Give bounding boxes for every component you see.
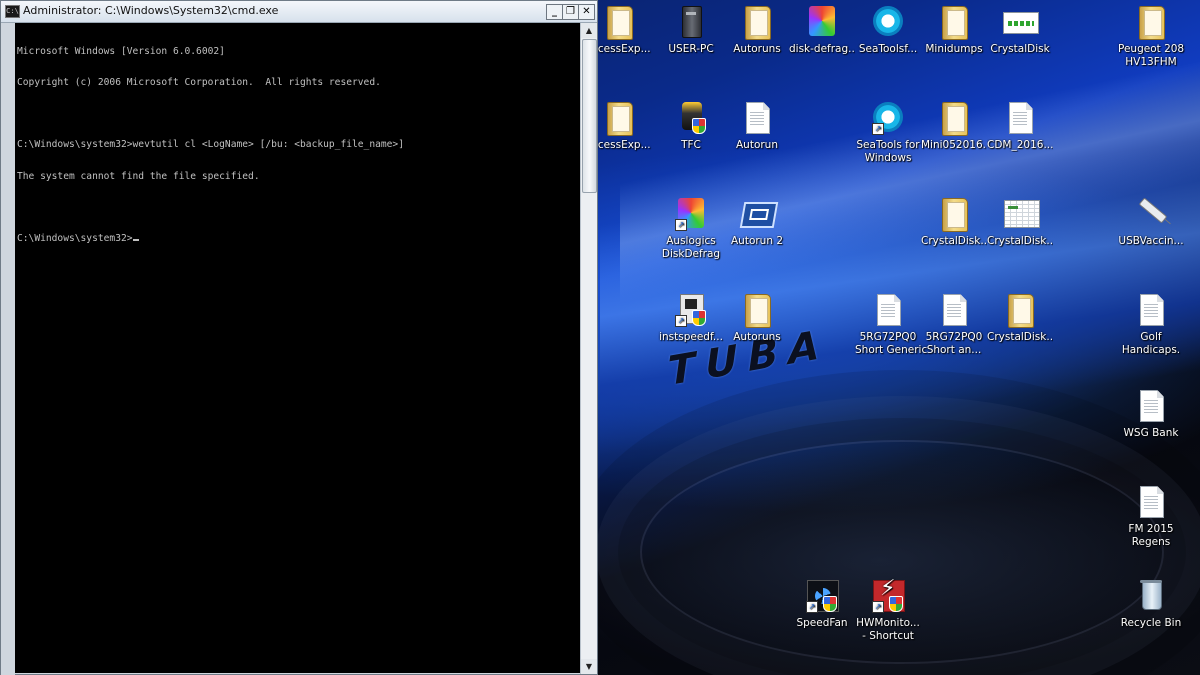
console-line: Microsoft Windows [Version 6.0.6002] (17, 45, 225, 57)
seatools-icon (871, 4, 905, 40)
console-prompt: C:\Windows\system32> (17, 233, 133, 245)
desktop-icon-golf[interactable]: Golf Handicaps. (1118, 292, 1184, 357)
uac-shield-icon (692, 118, 706, 134)
tfc-icon (674, 100, 708, 136)
window-title: Administrator: C:\Windows\System32\cmd.e… (23, 4, 279, 17)
desktop-icon-tfc[interactable]: TFC (658, 100, 724, 152)
desktop-icon-autorun-2[interactable]: Autorun 2 (724, 196, 790, 248)
document-icon (1003, 100, 1037, 136)
scroll-down-arrow-icon[interactable]: ▼ (581, 659, 597, 674)
desktop-icon-crystaldisk-2[interactable]: CrystalDisk... (921, 196, 987, 248)
desktop-icon-recycle-bin[interactable]: Recycle Bin (1118, 578, 1184, 630)
desktop-icon-mini052016[interactable]: Mini052016... (921, 100, 987, 152)
hwmonitor-icon: ↗ (871, 578, 905, 614)
spreadsheet-icon (1003, 196, 1040, 232)
folder-icon (937, 4, 971, 40)
shortcut-arrow-icon: ↗ (872, 601, 884, 613)
folder-icon (1134, 4, 1168, 40)
uac-shield-icon (889, 596, 903, 612)
folder-icon (602, 4, 636, 40)
crystaldisk-icon (1003, 4, 1039, 40)
cmd-app-icon[interactable]: C:\ (5, 5, 20, 18)
folder-icon (937, 196, 971, 232)
console-prompt-line[interactable]: C:\Windows\system32> (17, 233, 580, 245)
minimize-button[interactable]: _ (546, 4, 563, 20)
document-icon (937, 292, 971, 328)
document-icon (1134, 292, 1168, 328)
scroll-up-arrow-icon[interactable]: ▲ (581, 23, 597, 38)
defrag-icon (805, 4, 839, 40)
cmd-window[interactable]: C:\ Administrator: C:\Windows\System32\c… (0, 0, 598, 675)
desktop-icon-seatoolsf[interactable]: SeaToolsf... (855, 4, 921, 56)
desktop-icon-crystaldisk-4[interactable]: CrystalDisk... (987, 292, 1053, 344)
folder-icon (1003, 292, 1037, 328)
document-icon (740, 100, 774, 136)
desktop-icon-5rg-generic[interactable]: 5RG72PQ0 Short Generic (855, 292, 927, 357)
desktop-icon-user-pc[interactable]: USER-PC (658, 4, 724, 56)
folder-icon (740, 4, 774, 40)
shortcut-arrow-icon: ↗ (806, 601, 818, 613)
desktop-icon-usbvaccin[interactable]: USBVaccin... (1118, 196, 1184, 248)
desktop-icon-instspeed[interactable]: ↗ instspeedf... (658, 292, 724, 344)
desktop-icon-autorun[interactable]: Autorun (724, 100, 790, 152)
shortcut-arrow-icon: ↗ (675, 219, 687, 231)
desktop-icon-disk-defrag[interactable]: disk-defrag... (789, 4, 855, 56)
recycle-bin-icon (1134, 578, 1168, 614)
uac-shield-icon (823, 596, 837, 612)
document-icon (871, 292, 905, 328)
scrollbar-thumb[interactable] (582, 39, 597, 193)
desktop-icon-auslogics[interactable]: ↗ Auslogics DiskDefrag (658, 196, 724, 261)
desktop-icon-wsg-bank[interactable]: WSG Bank (1118, 388, 1184, 440)
fan-icon: ↗ (805, 578, 839, 614)
desktop-icon-cdm2016[interactable]: CDM_2016... (987, 100, 1053, 152)
folder-icon (740, 292, 774, 328)
uac-shield-icon (692, 310, 706, 326)
desktop-icon-hwmonitor[interactable]: ↗ HWMonito... - Shortcut (855, 578, 921, 643)
console-line: Copyright (c) 2006 Microsoft Corporation… (17, 77, 381, 89)
autorun-icon (739, 196, 779, 232)
vertical-scrollbar[interactable]: ▲ ▼ (580, 23, 597, 674)
desktop-icon-5rg-short[interactable]: 5RG72PQ0 Short an... (921, 292, 987, 357)
seatools-icon: ↗ (871, 100, 905, 136)
desktop-icon-crystaldisk-3[interactable]: CrystalDisk... (987, 196, 1053, 248)
desktop-icon-peugeot[interactable]: Peugeot 208 HV13FHM (1118, 4, 1184, 69)
desktop-icon-autoruns[interactable]: Autoruns (724, 4, 790, 56)
syringe-icon (1134, 196, 1168, 232)
desktop-icon-fm2015[interactable]: FM 2015 Regens (1118, 484, 1184, 549)
console-line: The system cannot find the file specifie… (17, 170, 260, 182)
close-button[interactable]: ✕ (578, 4, 595, 20)
shortcut-arrow-icon: ↗ (675, 315, 687, 327)
desktop-icon-autoruns-2[interactable]: Autoruns (724, 292, 790, 344)
folder-icon (602, 100, 636, 136)
console-line: C:\Windows\system32>wevtutil cl <LogName… (17, 139, 404, 151)
maximize-button[interactable]: ❐ (562, 4, 579, 20)
text-cursor (132, 239, 139, 242)
cmd-titlebar[interactable]: C:\ Administrator: C:\Windows\System32\c… (1, 1, 597, 23)
document-icon (1134, 388, 1168, 424)
desktop-icon-speedfan[interactable]: ↗ SpeedFan (789, 578, 855, 630)
window-frame-left (1, 23, 15, 675)
computer-icon (674, 4, 708, 40)
desktop-icon-seatools-windows[interactable]: ↗ SeaTools for Windows (855, 100, 921, 165)
document-icon (1134, 484, 1168, 520)
desktop-icon-crystaldisk[interactable]: CrystalDisk (987, 4, 1053, 56)
shortcut-arrow-icon: ↗ (872, 123, 884, 135)
console-output[interactable]: Microsoft Windows [Version 6.0.6002] Cop… (15, 23, 580, 673)
installer-icon: ↗ (674, 292, 708, 328)
defrag-icon: ↗ (674, 196, 708, 232)
folder-icon (937, 100, 971, 136)
desktop-icon-minidumps[interactable]: Minidumps (921, 4, 987, 56)
